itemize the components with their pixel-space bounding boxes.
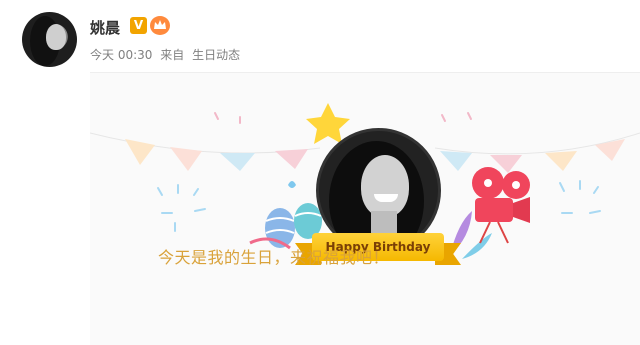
- pennant-flag: [275, 149, 308, 169]
- birthday-card[interactable]: Happy Birthday: [90, 72, 640, 345]
- pennant-flag: [545, 151, 577, 171]
- source-prefix: 来自: [160, 48, 185, 62]
- pennant-flag: [595, 139, 625, 161]
- pennant-flag: [440, 151, 472, 171]
- post-time: 今天 00:30: [90, 48, 153, 62]
- username[interactable]: 姚晨: [90, 17, 120, 38]
- post-meta: 今天 00:30 来自 生日动态: [90, 46, 244, 63]
- verified-icon: V: [130, 17, 147, 34]
- pennant-flag: [125, 139, 155, 165]
- leaf-decoration: [462, 233, 492, 259]
- drop-decoration: [288, 181, 296, 188]
- post-header: 姚晨 V 今天 00:30 来自 生日动态: [22, 10, 622, 70]
- pennant-flag: [220, 153, 255, 171]
- film-projector-icon: [472, 167, 530, 244]
- birthday-message: 今天是我的生日，来祝福我吧！: [158, 248, 390, 267]
- post-source[interactable]: 生日动态: [192, 48, 240, 62]
- avatar-face: [46, 24, 66, 50]
- pennant-flag: [170, 147, 202, 171]
- crown-icon: [150, 16, 170, 35]
- user-avatar[interactable]: [22, 12, 77, 67]
